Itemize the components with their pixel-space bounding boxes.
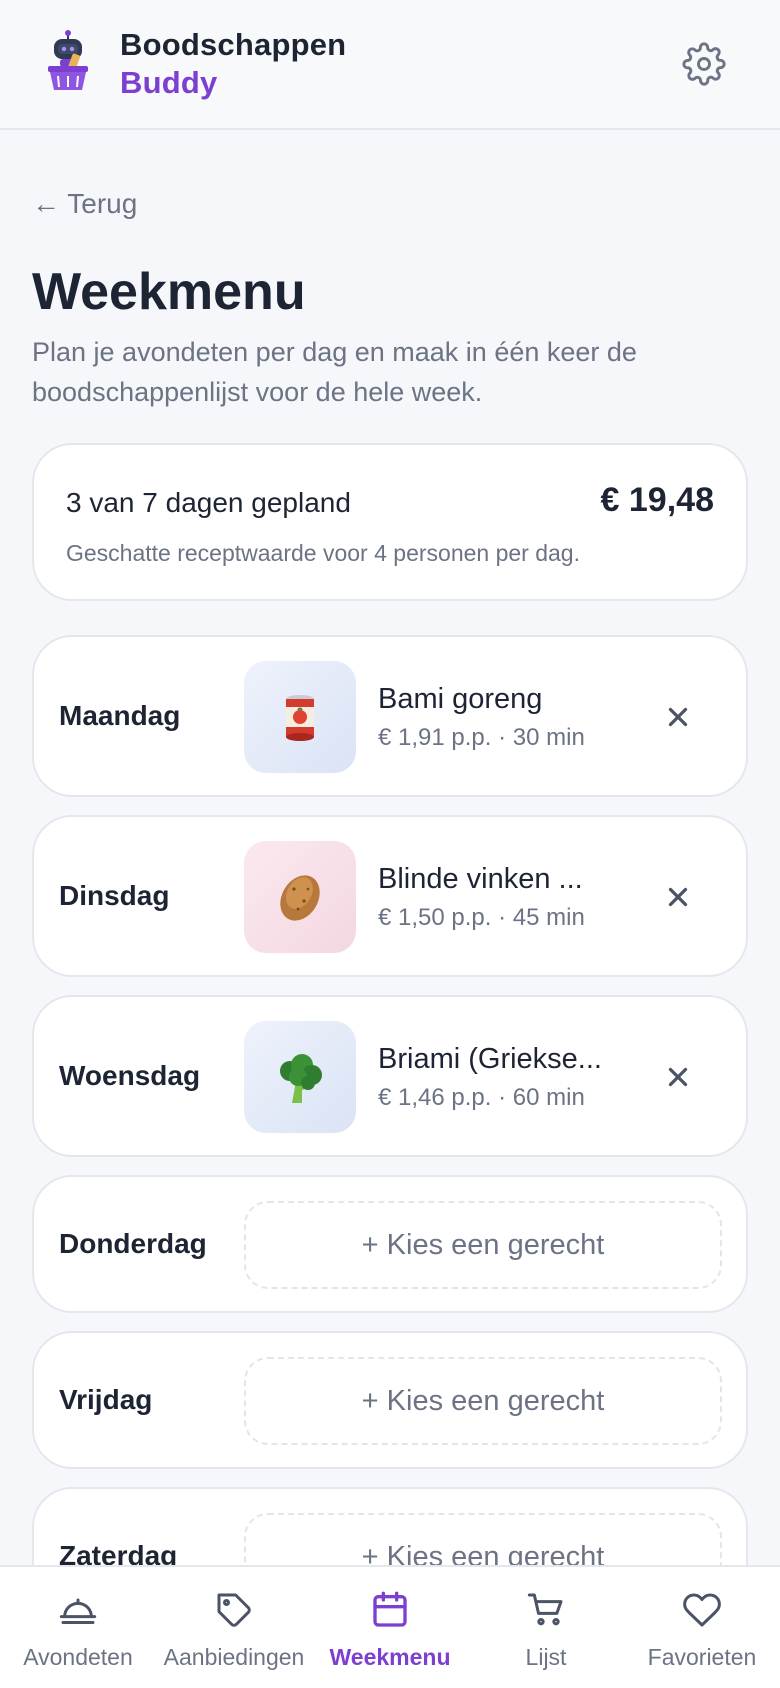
- day-card-woensdag: Woensdag Briami (Griekse... € 1,46 p.p. …: [32, 995, 748, 1157]
- page-title: Weekmenu: [32, 263, 306, 321]
- planned-days-count: 3 van 7 dagen gepland: [66, 487, 351, 518]
- nav-item-aanbiedingen[interactable]: Aanbiedingen: [156, 1567, 312, 1688]
- close-icon[interactable]: [660, 1059, 696, 1095]
- nav-item-weekmenu[interactable]: Weekmenu: [312, 1567, 468, 1688]
- choose-dish-button[interactable]: + Kies een gerecht: [244, 1357, 722, 1445]
- recipe-name: Briami (Griekse...: [378, 1043, 602, 1075]
- nav-item-favorieten[interactable]: Favorieten: [624, 1567, 780, 1688]
- day-card-vrijdag: Vrijdag + Kies een gerecht: [32, 1331, 748, 1469]
- cloche-icon: [59, 1598, 97, 1624]
- brand-name: Boodschappen Buddy: [120, 26, 346, 102]
- day-name: Vrijdag: [59, 1384, 153, 1415]
- day-name: Donderdag: [59, 1228, 207, 1259]
- cart-icon: [527, 1593, 563, 1626]
- total-price: € 19,48: [600, 481, 714, 519]
- calendar-icon: [373, 1591, 407, 1627]
- day-card-maandag: Maandag Bami goreng € 1,91 p.p. · 30 min: [32, 635, 748, 797]
- back-link[interactable]: ← Terug: [32, 188, 137, 220]
- day-name: Woensdag: [59, 1060, 201, 1091]
- bottom-navigation: Avondeten Aanbiedingen Weekmenu Lijst Fa…: [0, 1565, 780, 1688]
- nav-item-lijst[interactable]: Lijst: [468, 1567, 624, 1688]
- brand-line-2: Buddy: [120, 65, 218, 100]
- week-summary-card: 3 van 7 dagen gepland € 19,48 Geschatte …: [32, 443, 748, 601]
- recipe-meta: € 1,50 p.p. · 45 min: [378, 904, 585, 931]
- day-card-dinsdag: Dinsdag Blinde vinken ... € 1,50 p.p. · …: [32, 815, 748, 977]
- page-subtitle: Plan je avondeten per dag en maak in één…: [32, 337, 637, 407]
- nav-label: Aanbiedingen: [163, 1644, 305, 1670]
- summary-note: Geschatte receptwaarde voor 4 personen p…: [66, 540, 580, 566]
- tomato-can-icon: [286, 695, 314, 741]
- recipe-info[interactable]: Blinde vinken ... € 1,50 p.p. · 45 min: [378, 863, 585, 932]
- close-icon[interactable]: [660, 879, 696, 915]
- recipe-thumbnail[interactable]: [244, 841, 356, 953]
- recipe-thumbnail[interactable]: [244, 1021, 356, 1133]
- nav-label: Avondeten: [23, 1644, 133, 1670]
- potato-icon: [280, 875, 320, 921]
- heart-icon: [683, 1593, 721, 1627]
- nav-label: Lijst: [525, 1644, 567, 1670]
- nav-item-avondeten[interactable]: Avondeten: [0, 1567, 156, 1688]
- recipe-name: Bami goreng: [378, 683, 543, 715]
- broccoli-icon: [280, 1054, 322, 1103]
- recipe-thumbnail[interactable]: [244, 661, 356, 773]
- tag-icon: [217, 1593, 251, 1627]
- nav-label: Favorieten: [647, 1644, 757, 1670]
- gear-icon[interactable]: [682, 42, 726, 86]
- day-name: Dinsdag: [59, 880, 170, 911]
- app-header: Boodschappen Buddy: [0, 0, 780, 130]
- close-icon[interactable]: [660, 699, 696, 735]
- recipe-meta: € 1,46 p.p. · 60 min: [378, 1084, 585, 1111]
- brand-line-1: Boodschappen: [120, 27, 347, 62]
- choose-dish-button[interactable]: + Kies een gerecht: [244, 1201, 722, 1289]
- recipe-info[interactable]: Bami goreng € 1,91 p.p. · 30 min: [378, 683, 585, 752]
- recipe-name: Blinde vinken ...: [378, 863, 583, 895]
- robot-basket-logo: [40, 30, 96, 94]
- day-card-donderdag: Donderdag + Kies een gerecht: [32, 1175, 748, 1313]
- recipe-info[interactable]: Briami (Griekse... € 1,46 p.p. · 60 min: [378, 1043, 602, 1112]
- recipe-meta: € 1,91 p.p. · 30 min: [378, 724, 585, 751]
- nav-label: Weekmenu: [329, 1644, 451, 1670]
- day-name: Maandag: [59, 700, 181, 731]
